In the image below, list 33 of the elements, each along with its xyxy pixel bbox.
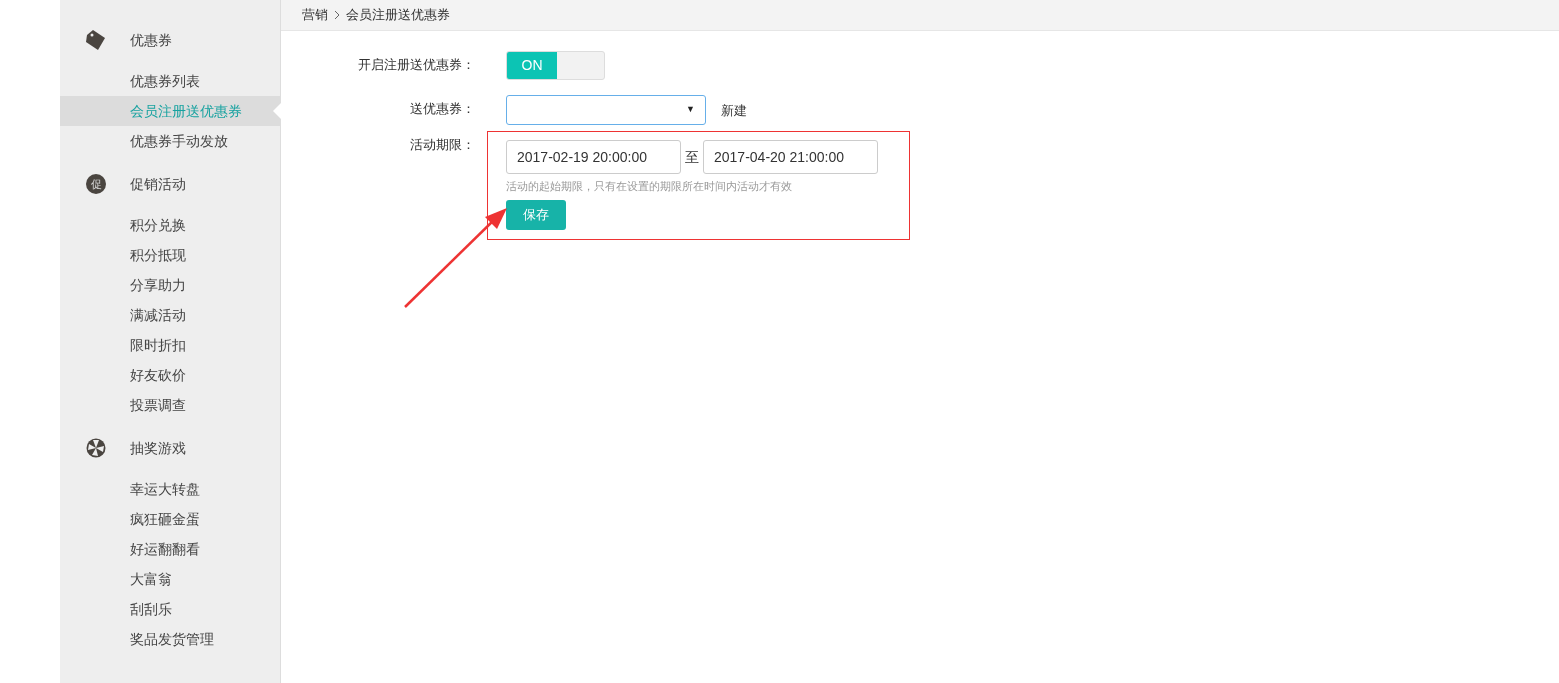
sidebar-item[interactable]: 积分兑换 <box>60 210 280 240</box>
sidebar-item[interactable]: 好友砍价 <box>60 360 280 390</box>
sidebar-group-title: 促销活动 <box>130 174 186 194</box>
coupon-select[interactable]: ▼ <box>506 95 706 125</box>
date-field[interactable]: 2017-02-19 20:00:00 <box>506 140 681 174</box>
sidebar-item[interactable]: 投票调查 <box>60 390 280 420</box>
tag-icon <box>85 29 107 51</box>
sidebar-item[interactable]: 大富翁 <box>60 564 280 594</box>
field-label: 开启注册送优惠券： <box>358 57 475 72</box>
sidebar-group-title: 抽奖游戏 <box>130 438 186 458</box>
sidebar-item[interactable]: 刮刮乐 <box>60 594 280 624</box>
sidebar-item[interactable]: 幸运大转盘 <box>60 474 280 504</box>
sidebar-item[interactable]: 优惠券手动发放 <box>60 126 280 156</box>
sidebar-item[interactable]: 限时折扣 <box>60 330 280 360</box>
breadcrumb-item[interactable]: 营销 <box>302 5 328 25</box>
sidebar-item[interactable]: 疯狂砸金蛋 <box>60 504 280 534</box>
sidebar-item[interactable]: 优惠券列表 <box>60 66 280 96</box>
sidebar-item[interactable]: 满减活动 <box>60 300 280 330</box>
sidebar-group-title: 优惠券 <box>130 30 172 50</box>
wheel-icon <box>85 437 107 459</box>
field-label: 活动期限： <box>410 137 475 152</box>
range-separator: 至 <box>685 147 699 167</box>
hint-text: 活动的起始期限，只有在设置的期限所在时间内活动才有效 <box>506 179 793 194</box>
sidebar-item[interactable]: 分享助力 <box>60 270 280 300</box>
field-label: 送优惠券： <box>410 101 475 116</box>
breadcrumb-item: 会员注册送优惠券 <box>346 6 450 25</box>
promo-icon: 促 <box>86 174 106 194</box>
sidebar-item[interactable]: 积分抵现 <box>60 240 280 270</box>
date-field[interactable]: 2017-04-20 21:00:00 <box>703 140 878 174</box>
sidebar-item[interactable]: 好运翻翻看 <box>60 534 280 564</box>
new-link[interactable]: 新建 <box>721 101 747 121</box>
chevron-icon <box>334 10 340 20</box>
sidebar-item[interactable]: 奖品发货管理 <box>60 624 280 654</box>
